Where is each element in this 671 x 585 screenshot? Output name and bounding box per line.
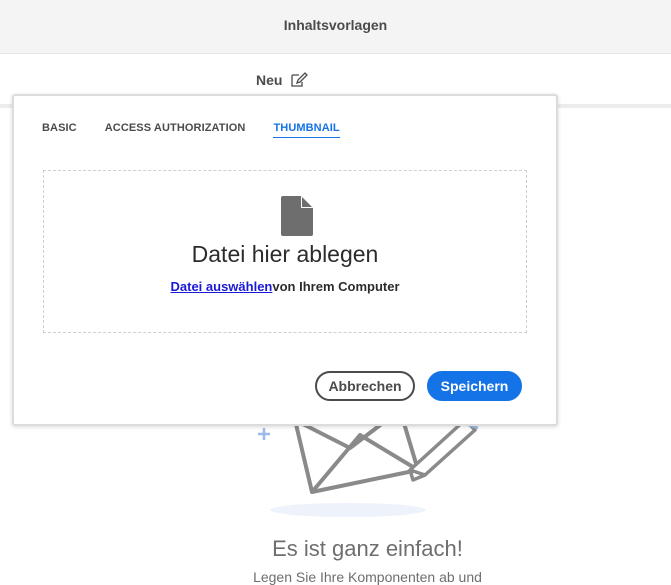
tab-bar: BASIC ACCESS AUTHORIZATION THUMBNAIL bbox=[42, 122, 368, 138]
tab-access-authorization[interactable]: ACCESS AUTHORIZATION bbox=[105, 122, 246, 138]
tab-basic[interactable]: BASIC bbox=[42, 122, 77, 138]
file-icon bbox=[281, 196, 313, 241]
properties-dialog: BASIC ACCESS AUTHORIZATION THUMBNAIL Dat… bbox=[12, 94, 558, 426]
cancel-button[interactable]: Abbrechen bbox=[315, 371, 415, 401]
choose-file-link[interactable]: Datei auswählen bbox=[171, 279, 273, 294]
dropzone-suffix: von Ihrem Computer bbox=[272, 279, 400, 294]
file-dropzone[interactable]: Datei hier ablegen Datei auswählenvon Ih… bbox=[43, 170, 527, 333]
tab-thumbnail[interactable]: THUMBNAIL bbox=[273, 122, 340, 138]
dropzone-instructions: Datei auswählenvon Ihrem Computer bbox=[44, 279, 526, 294]
dropzone-title: Datei hier ablegen bbox=[191, 241, 379, 267]
empty-state-title: Es ist ganz einfach! bbox=[272, 536, 463, 561]
empty-state-description: Legen Sie Ihre Komponenten ab und bbox=[253, 569, 482, 585]
save-button[interactable]: Speichern bbox=[427, 371, 522, 401]
